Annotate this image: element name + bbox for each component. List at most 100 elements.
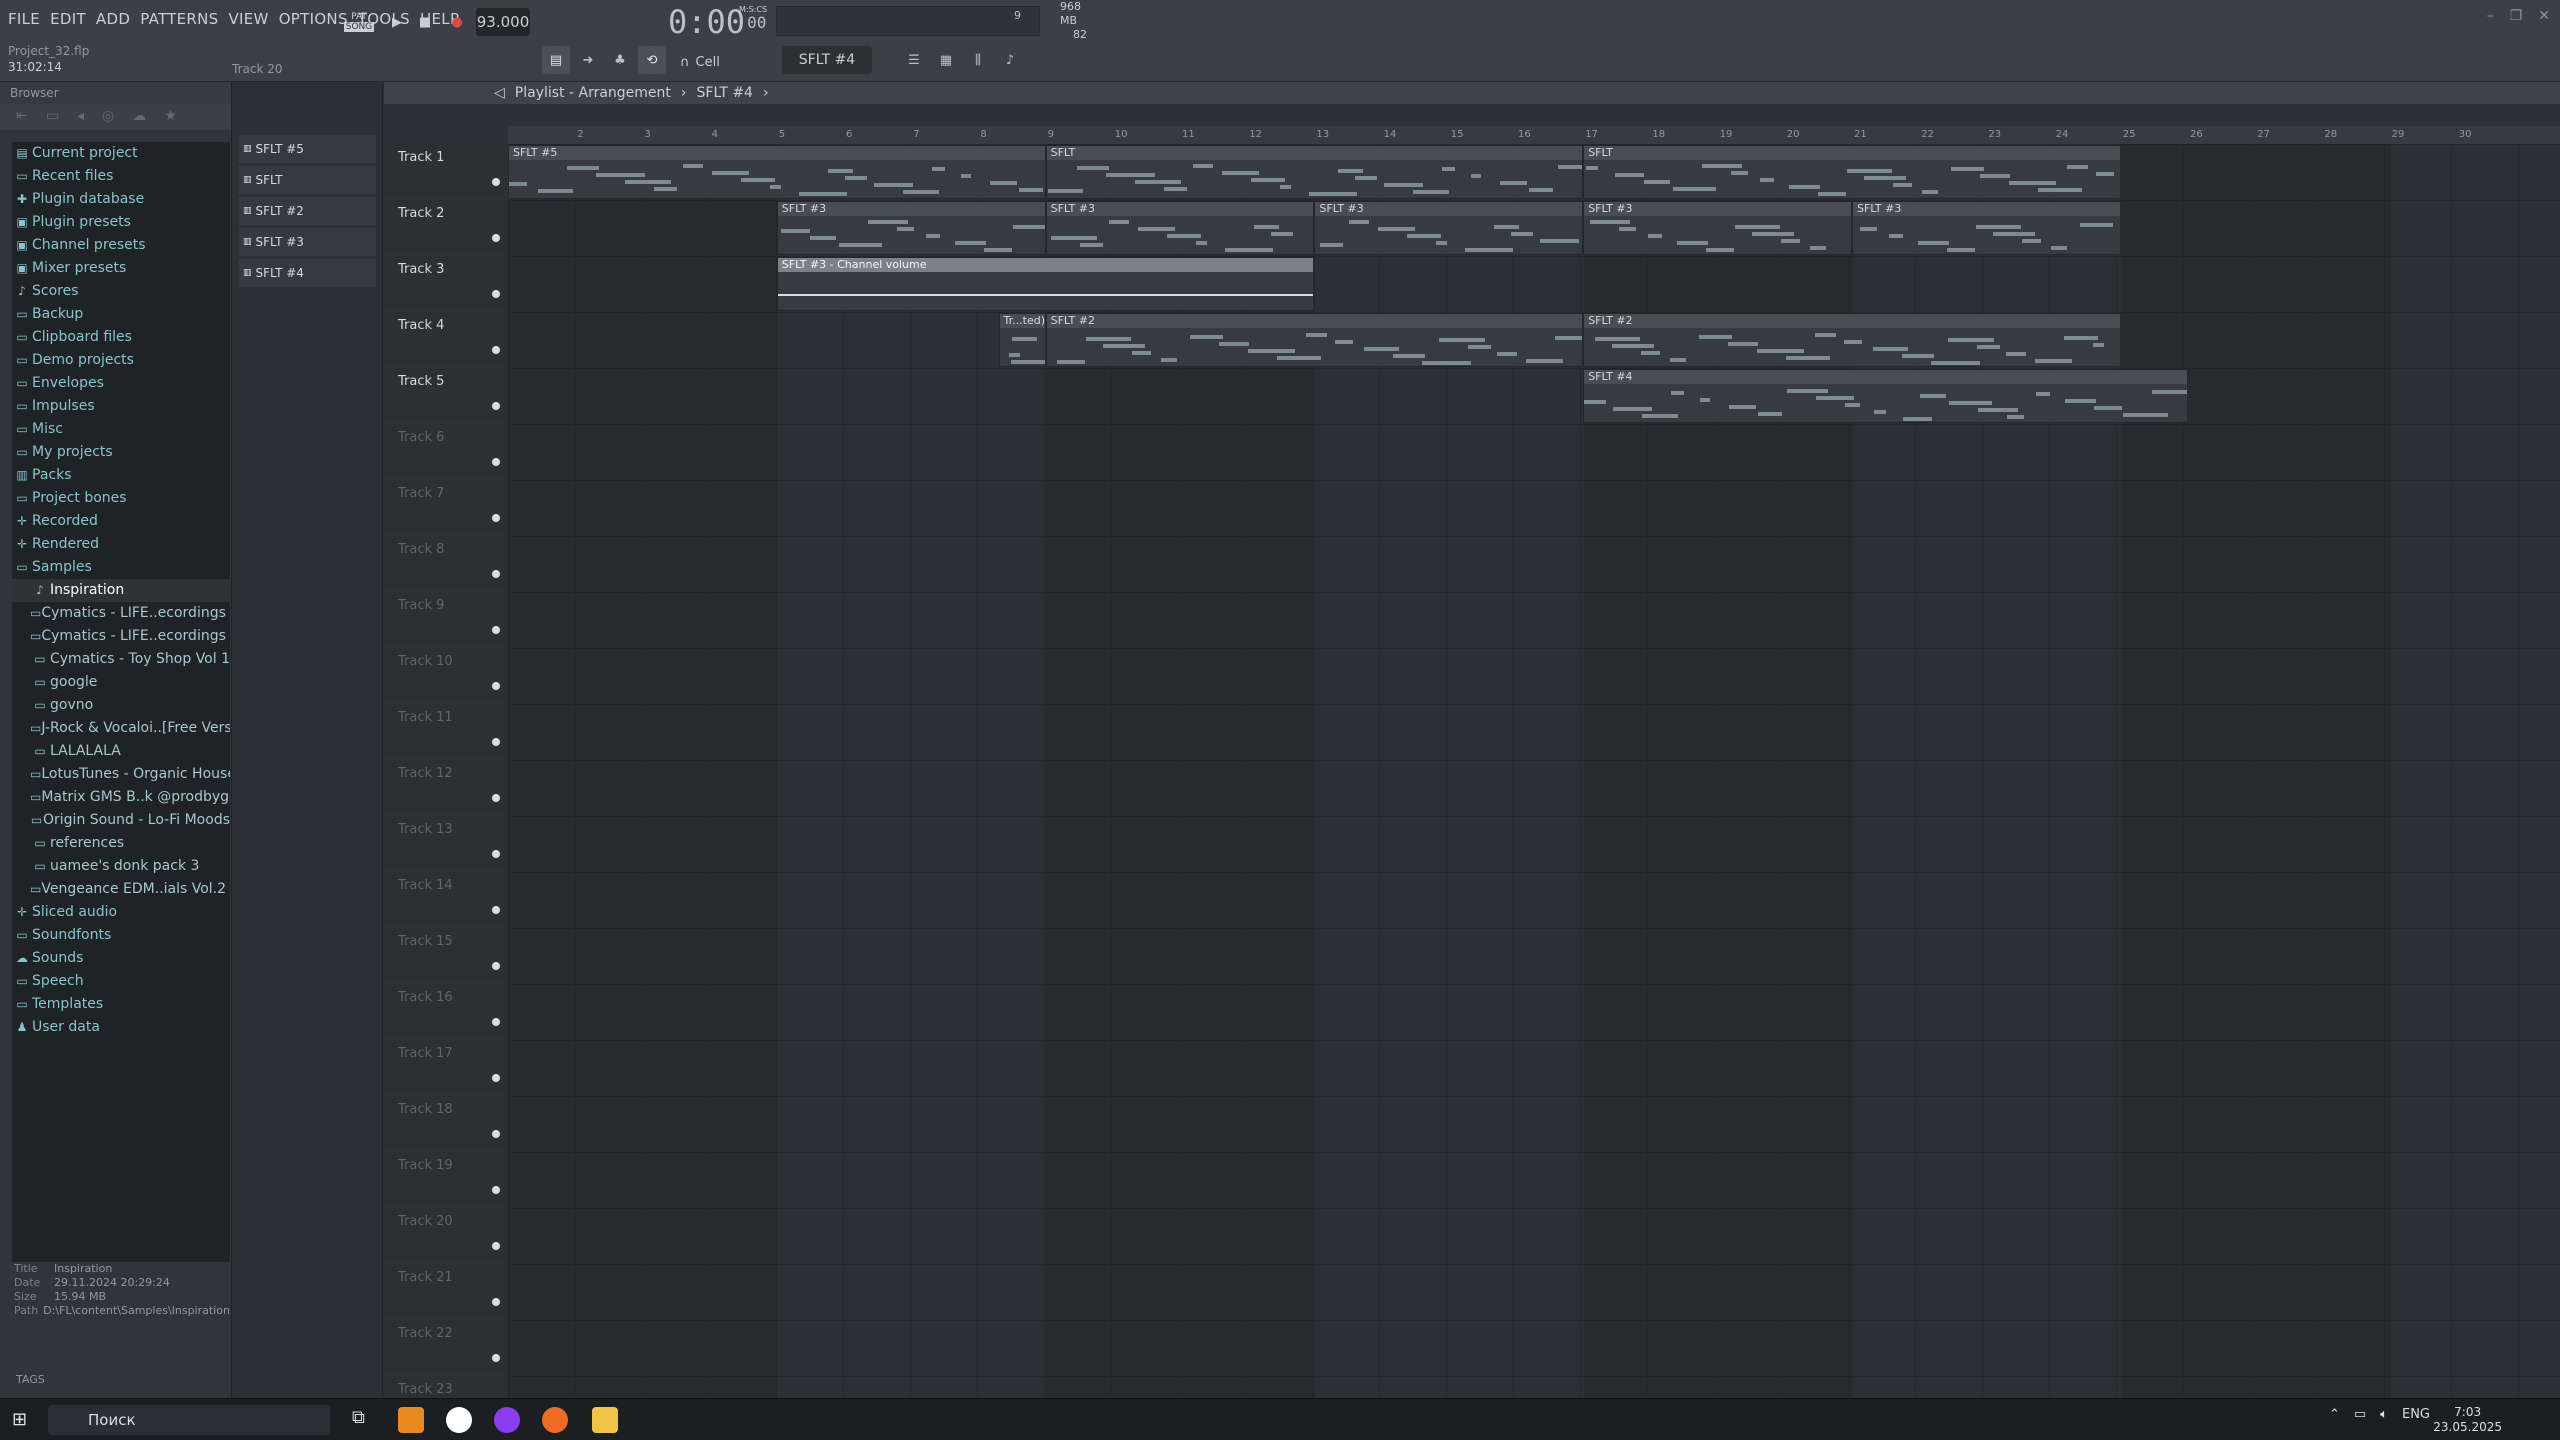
pattern-clip[interactable]: SFLT #3 [1583, 201, 1852, 255]
track-header[interactable]: Track 14 [384, 872, 508, 928]
tempo-display[interactable]: 93.000 [476, 8, 530, 36]
star-icon[interactable]: ★ [164, 108, 177, 126]
browser-item[interactable]: ▣ Channel presets [12, 234, 230, 257]
track-mute-dot[interactable] [492, 458, 500, 466]
channel-rack-icon[interactable]: ▦ [932, 46, 960, 74]
arrow-right-icon[interactable]: ➜ [574, 46, 602, 74]
picker-pattern[interactable]: ▥ SFLT #2 [239, 197, 376, 225]
track-mute-dot[interactable] [492, 514, 500, 522]
minimize-icon[interactable]: – [2487, 8, 2494, 24]
close-icon[interactable]: ✕ [2538, 8, 2550, 24]
browser-item[interactable]: ♪ Scores [12, 280, 230, 303]
chevron-up-icon[interactable]: ⌃ [2329, 1407, 2340, 1422]
menu-view[interactable]: VIEW [228, 10, 268, 28]
arrangement-grid[interactable]: SFLT #5 SFLT SFLT SFLT #3 SFLT #3 SFLT #3 SFLT… [508, 144, 2560, 1398]
browser-item[interactable]: ▭ LALALALA [12, 740, 230, 763]
browser-item[interactable]: ▭ uamee's donk pack 3 [12, 855, 230, 878]
menu-add[interactable]: ADD [96, 10, 130, 28]
browser-item[interactable]: ▥ Packs [12, 464, 230, 487]
network-icon[interactable]: ▭ [2354, 1407, 2366, 1422]
browser-item[interactable]: ▭ Samples [12, 556, 230, 579]
track-mute-dot[interactable] [492, 1354, 500, 1362]
pattern-clip[interactable]: SFLT #5 [508, 145, 1046, 199]
fl-studio-icon[interactable] [398, 1407, 424, 1433]
yandex-browser-icon[interactable] [446, 1407, 472, 1433]
track-mute-dot[interactable] [492, 906, 500, 914]
automation-clip[interactable]: SFLT #3 - Channel volume [776, 257, 1315, 311]
piano-roll-icon[interactable]: ♪ [996, 46, 1024, 74]
timeline-ruler[interactable]: 2 3 4 5 6 7 8 9 10 11 12 13 14 15 16 17 18 19 20 21 22 23 24 25… [508, 126, 2560, 144]
wait-record-icon[interactable]: ⟲ [638, 46, 666, 74]
browser-item[interactable]: ▭ Demo projects [12, 349, 230, 372]
pattern-clip[interactable]: SFLT #3 [776, 201, 1046, 255]
menu-edit[interactable]: EDIT [50, 10, 86, 28]
track-header[interactable]: Track 9 [384, 592, 508, 648]
browser-item[interactable]: ▭ LotusTunes - Organic House [12, 763, 230, 786]
track-header[interactable]: Track 16 [384, 984, 508, 1040]
track-mute-dot[interactable] [492, 794, 500, 802]
back-icon[interactable]: ◂ [77, 108, 84, 126]
track-mute-dot[interactable] [492, 178, 500, 186]
language-label[interactable]: ENG [2402, 1407, 2430, 1422]
track-header[interactable]: Track 17 [384, 1040, 508, 1096]
browser-item[interactable]: ▤ Current project [12, 142, 230, 165]
picker-pattern[interactable]: ▥ SFLT #4 [239, 259, 376, 287]
browser-item[interactable]: ✛ Rendered [12, 533, 230, 556]
browser-item[interactable]: ♟ User data [12, 1016, 230, 1039]
browser-item[interactable]: ▭ Backup [12, 303, 230, 326]
track-mute-dot[interactable] [492, 682, 500, 690]
mixer-icon[interactable]: ⫼ [964, 46, 992, 74]
menu-options[interactable]: OPTIONS [279, 10, 348, 28]
browser-item[interactable]: ▭ My projects [12, 441, 230, 464]
track-header[interactable]: Track 1 [384, 144, 508, 200]
track-mute-dot[interactable] [492, 738, 500, 746]
track-header[interactable]: Track 12 [384, 760, 508, 816]
browser-item[interactable]: ▭ Project bones [12, 487, 230, 510]
pattern-clip[interactable]: SFLT #2 [1583, 313, 2121, 367]
browser-item[interactable]: ▭ Recent files [12, 165, 230, 188]
browser-item[interactable]: ▭Cymatics - LIFE..ecordings - Pt 1 [12, 602, 230, 625]
pattern-clip[interactable]: SFLT #3 [1314, 201, 1584, 255]
track-header[interactable]: Track 10 [384, 648, 508, 704]
track-mute-dot[interactable] [492, 1018, 500, 1026]
browser-item[interactable]: ▣ Mixer presets [12, 257, 230, 280]
track-mute-dot[interactable] [492, 346, 500, 354]
track-mute-dot[interactable] [492, 1130, 500, 1138]
browser-item[interactable]: ▭ Speech [12, 970, 230, 993]
track-header[interactable]: Track 19 [384, 1152, 508, 1208]
track-header[interactable]: Track 5 [384, 368, 508, 424]
browser-item[interactable]: ▭Vengeance EDM..ials Vol.2 WAV [12, 878, 230, 901]
track-header[interactable]: Track 20 [384, 1208, 508, 1264]
target-icon[interactable]: ◎ [102, 108, 114, 126]
track-header[interactable]: Track 13 [384, 816, 508, 872]
tags-label[interactable]: TAGS [16, 1373, 45, 1386]
browser-item[interactable]: ✚ Plugin database [12, 188, 230, 211]
track-header[interactable]: Track 11 [384, 704, 508, 760]
chrome-like-icon[interactable] [542, 1407, 568, 1433]
collapse-icon[interactable]: ⇤ [16, 108, 28, 126]
pattern-clip[interactable]: SFLT #3 [1852, 201, 2121, 255]
file-icon[interactable]: ▭ [46, 108, 59, 126]
pattern-clip[interactable]: SFLT #3 [1045, 201, 1315, 255]
track-mute-dot[interactable] [492, 1242, 500, 1250]
browser-item[interactable]: ▭ google [12, 671, 230, 694]
track-header[interactable]: Track 18 [384, 1096, 508, 1152]
browser-item[interactable]: ✛ Recorded [12, 510, 230, 533]
browser-item[interactable]: ▭Matrix GMS B..k @prodbygeam [12, 786, 230, 809]
play-button[interactable]: ▶ [384, 8, 410, 36]
menu-file[interactable]: FILE [8, 10, 40, 28]
browser-item[interactable]: ☁ Sounds [12, 947, 230, 970]
track-header[interactable]: Track 21 [384, 1264, 508, 1320]
track-header[interactable]: Track 3 [384, 256, 508, 312]
track-mute-dot[interactable] [492, 402, 500, 410]
cpu-graph[interactable]: 9 [776, 6, 1040, 36]
track-header[interactable]: Track 7 [384, 480, 508, 536]
windows-start-icon[interactable]: ⊞ [12, 1409, 34, 1431]
track-mute-dot[interactable] [492, 290, 500, 298]
track-mute-dot[interactable] [492, 850, 500, 858]
browser-item[interactable]: ▭ Misc [12, 418, 230, 441]
playlist-view-icon[interactable]: ▤ [542, 46, 570, 74]
track-mute-dot[interactable] [492, 1074, 500, 1082]
track-mute-dot[interactable] [492, 626, 500, 634]
browser-item[interactable]: ▭ Templates [12, 993, 230, 1016]
